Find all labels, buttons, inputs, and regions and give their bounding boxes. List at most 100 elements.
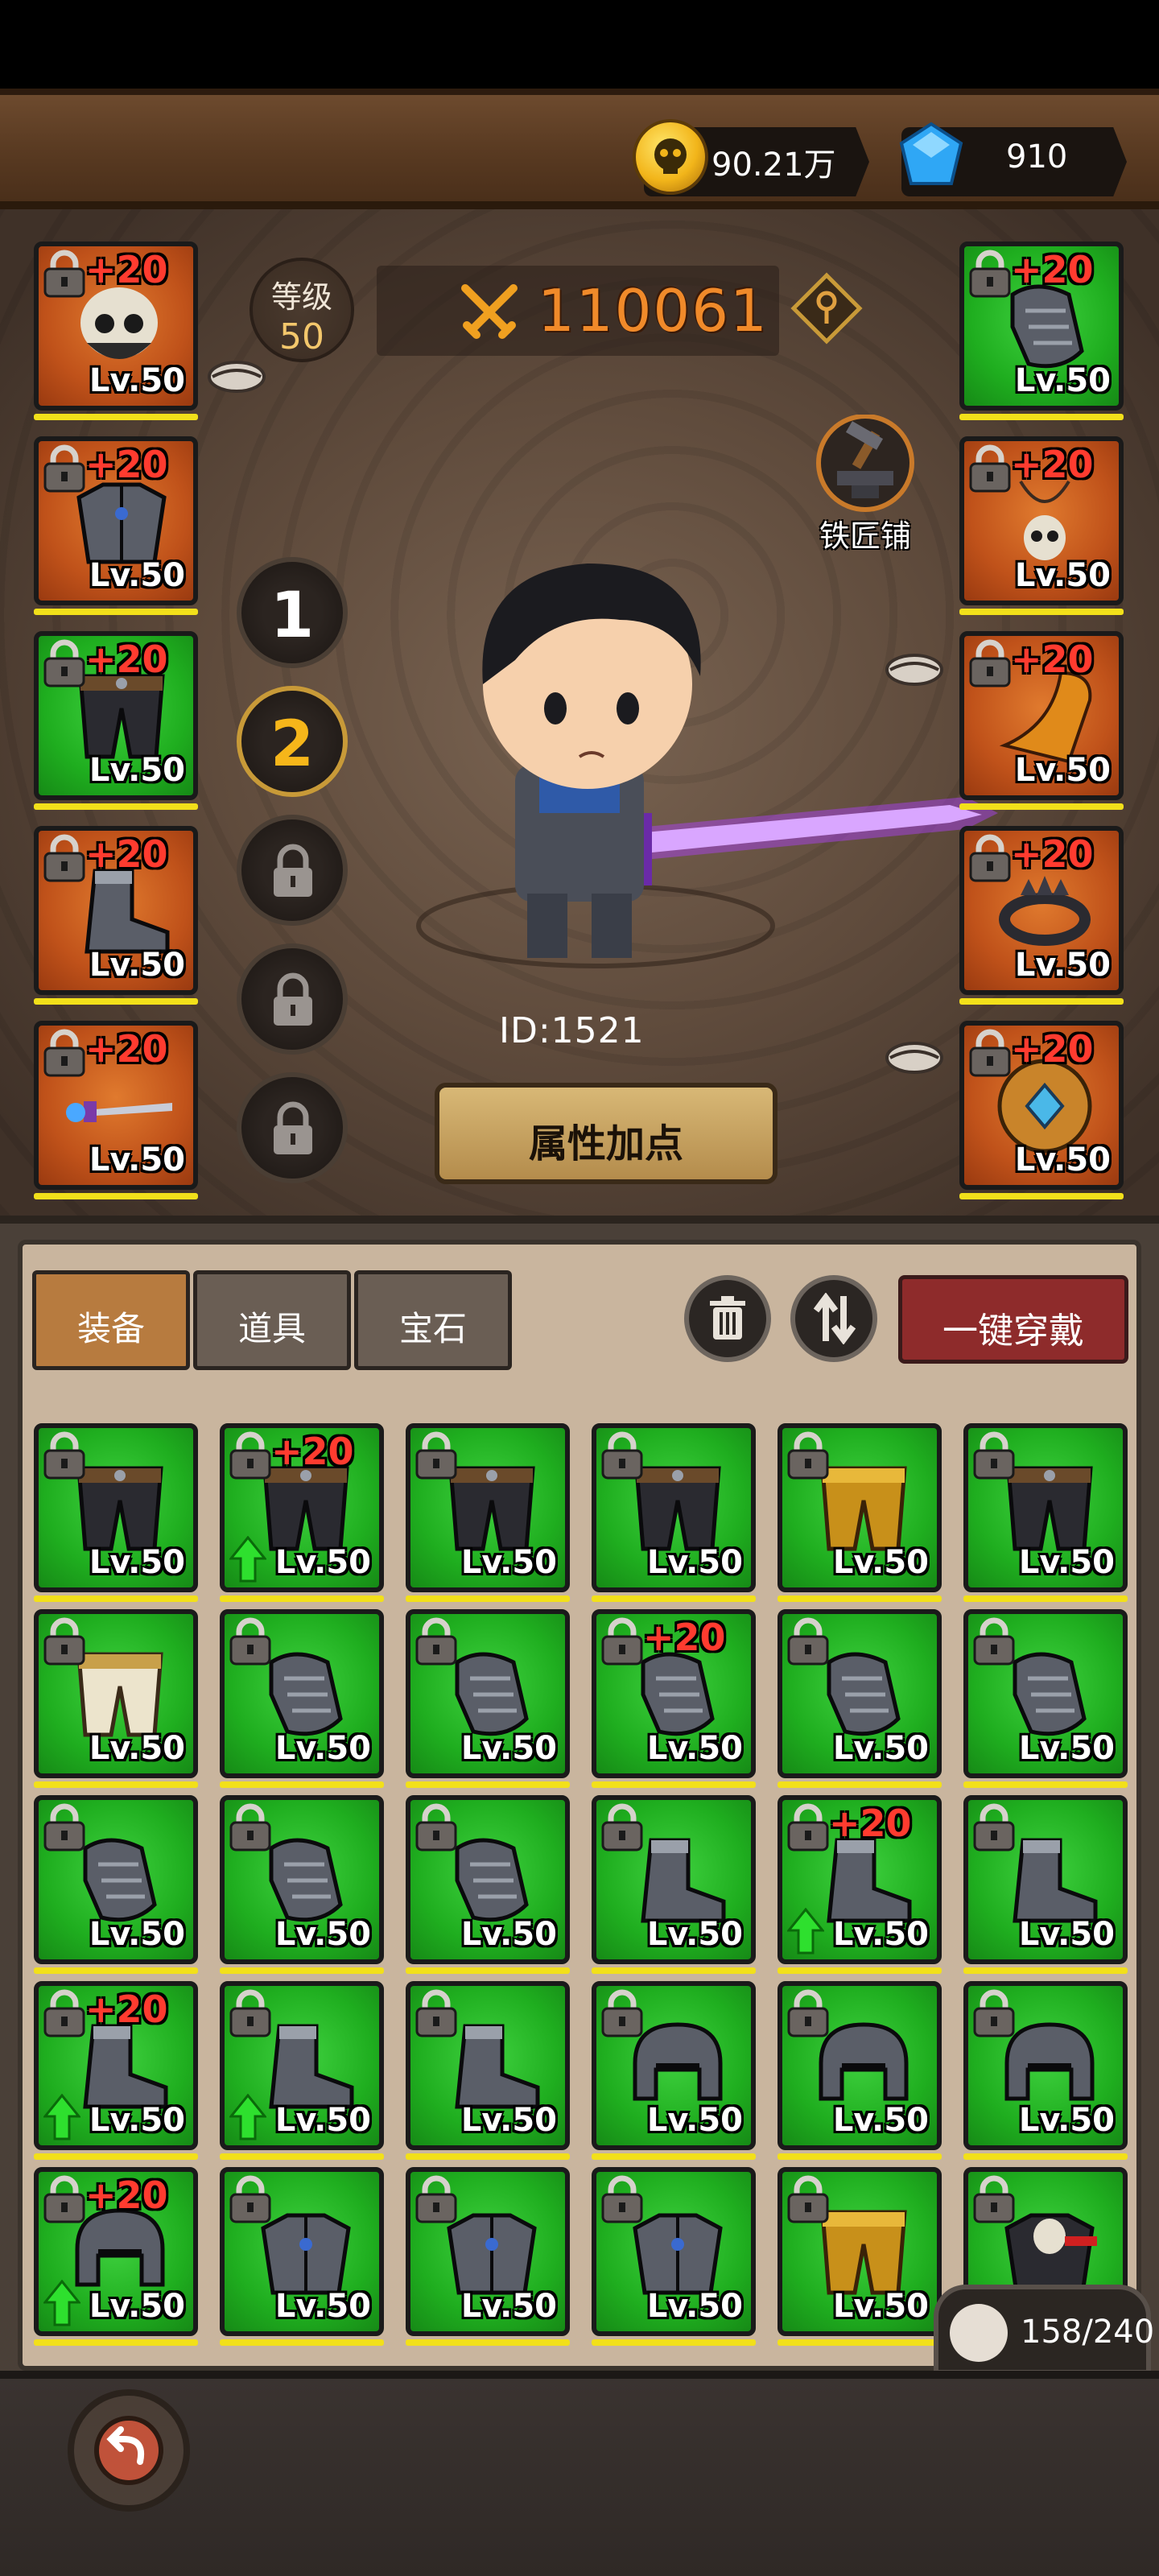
- inventory-item[interactable]: Lv.50: [34, 1423, 198, 1592]
- left-equip-slot[interactable]: +20 Lv.50: [34, 242, 198, 411]
- sort-button[interactable]: [790, 1275, 877, 1362]
- inventory-item[interactable]: Lv.50: [592, 2167, 756, 2336]
- enhance-level: +20: [85, 832, 168, 876]
- item-level: Lv.50: [460, 2288, 557, 2325]
- attribute-points-button[interactable]: 属性加点: [435, 1083, 777, 1184]
- inventory-item[interactable]: Lv.50: [963, 1423, 1128, 1592]
- key-icon[interactable]: [790, 272, 863, 345]
- bag-capacity: 158/240: [934, 2285, 1154, 2375]
- hero-character: [416, 564, 998, 968]
- inventory-item[interactable]: Lv.50: [34, 1795, 198, 1964]
- item-durability-bar: [34, 1596, 198, 1602]
- inventory-item[interactable]: Lv.50: [963, 1795, 1128, 1964]
- right-equip-slot[interactable]: +20 Lv.50: [959, 631, 1124, 800]
- tab-items[interactable]: 道具: [193, 1270, 351, 1370]
- inventory-item[interactable]: Lv.50: [777, 1423, 942, 1592]
- lock-icon: [42, 1617, 87, 1666]
- enhance-level: +20: [85, 1988, 168, 2031]
- delete-button[interactable]: [684, 1275, 771, 1362]
- tab-label: 宝石: [398, 1309, 467, 1348]
- item-level: Lv.50: [89, 2102, 185, 2139]
- enhance-level: +20: [1011, 638, 1094, 681]
- equip-all-button[interactable]: 一键穿戴: [898, 1275, 1128, 1364]
- left-equip-slot[interactable]: +20 Lv.50: [34, 826, 198, 995]
- item-durability-bar: [34, 2339, 198, 2346]
- back-button[interactable]: [68, 2389, 190, 2512]
- lock-icon: [228, 1989, 273, 2037]
- upgrade-arrow-icon: [228, 2093, 268, 2140]
- inventory-item[interactable]: Lv.50: [220, 1795, 384, 1964]
- lock-icon: [600, 2175, 645, 2223]
- inventory-item[interactable]: +20 Lv.50: [592, 1609, 756, 1778]
- item-level: Lv.50: [1014, 947, 1111, 984]
- left-equip-slot[interactable]: +20 Lv.50: [34, 631, 198, 800]
- item-durability-bar: [34, 803, 198, 810]
- inventory-item[interactable]: +20 Lv.50: [34, 2167, 198, 2336]
- inventory-item[interactable]: +20 Lv.50: [34, 1981, 198, 2150]
- item-durability-bar: [592, 2339, 756, 2346]
- tab-gems[interactable]: 宝石: [354, 1270, 512, 1370]
- inventory-item[interactable]: Lv.50: [406, 1981, 570, 2150]
- inventory-item[interactable]: Lv.50: [592, 1981, 756, 2150]
- item-level: Lv.50: [832, 2102, 929, 2139]
- inventory-item[interactable]: +20 Lv.50: [220, 1423, 384, 1592]
- item-durability-bar: [592, 2153, 756, 2160]
- left-equip-slot[interactable]: +20 Lv.50: [34, 436, 198, 605]
- item-durability-bar: [963, 2153, 1128, 2160]
- inventory-item[interactable]: Lv.50: [963, 1609, 1128, 1778]
- item-level: Lv.50: [1018, 1730, 1115, 1767]
- inventory-item[interactable]: Lv.50: [220, 1981, 384, 2150]
- preset-5-locked[interactable]: [237, 1072, 348, 1183]
- inventory-item[interactable]: Lv.50: [406, 1795, 570, 1964]
- inventory-item[interactable]: Lv.50: [963, 1981, 1128, 2150]
- sort-arrows-icon: [813, 1293, 856, 1344]
- right-equip-slot[interactable]: +20 Lv.50: [959, 826, 1124, 995]
- enhance-level: +20: [85, 638, 168, 681]
- resource-bar: 90.21万 910: [0, 89, 1159, 209]
- inventory-item[interactable]: Lv.50: [777, 2167, 942, 2336]
- right-equip-slot[interactable]: +20 Lv.50: [959, 436, 1124, 605]
- preset-1-button[interactable]: 1: [237, 557, 348, 668]
- left-equip-slot[interactable]: +20 Lv.50: [34, 1021, 198, 1190]
- inventory-item[interactable]: Lv.50: [592, 1423, 756, 1592]
- item-level: Lv.50: [832, 1916, 929, 1953]
- status-bar-area: [0, 0, 1159, 89]
- preset-2-button[interactable]: 2: [237, 686, 348, 797]
- eye-icon[interactable]: [884, 1038, 945, 1077]
- lock-icon: [786, 2175, 831, 2223]
- enhance-level: +20: [85, 1027, 168, 1071]
- right-equip-slot[interactable]: +20 Lv.50: [959, 1021, 1124, 1190]
- lock-icon: [414, 1617, 459, 1666]
- inventory-item[interactable]: Lv.50: [406, 2167, 570, 2336]
- item-durability-bar: [959, 609, 1124, 615]
- item-durability-bar: [777, 2153, 942, 2160]
- tab-equipment[interactable]: 装备: [32, 1270, 190, 1370]
- lock-icon: [42, 1989, 87, 2037]
- inventory-item[interactable]: Lv.50: [406, 1423, 570, 1592]
- preset-4-locked[interactable]: [237, 943, 348, 1055]
- inventory-item[interactable]: Lv.50: [220, 2167, 384, 2336]
- preset-1-label: 1: [270, 580, 315, 652]
- eye-icon[interactable]: [206, 357, 267, 396]
- item-level: Lv.50: [274, 1544, 371, 1581]
- inventory-item[interactable]: Lv.50: [777, 1981, 942, 2150]
- inventory-item[interactable]: Lv.50: [220, 1609, 384, 1778]
- item-level: Lv.50: [274, 2288, 371, 2325]
- preset-3-locked[interactable]: [237, 815, 348, 926]
- item-durability-bar: [34, 1967, 198, 1974]
- inventory-item[interactable]: Lv.50: [592, 1795, 756, 1964]
- inventory-item[interactable]: Lv.50: [406, 1609, 570, 1778]
- inventory-item[interactable]: Lv.50: [34, 1609, 198, 1778]
- inventory-item[interactable]: Lv.50: [777, 1609, 942, 1778]
- lock-icon: [971, 1617, 1017, 1666]
- item-level: Lv.50: [646, 1730, 743, 1767]
- enhance-level: +20: [85, 443, 168, 486]
- upgrade-arrow-icon: [786, 1907, 826, 1955]
- item-level: Lv.50: [89, 947, 185, 984]
- enhance-level: +20: [643, 1616, 726, 1659]
- inventory-item[interactable]: +20 Lv.50: [777, 1795, 942, 1964]
- back-arrow-icon: [94, 2416, 163, 2485]
- item-level: Lv.50: [89, 1544, 185, 1581]
- item-durability-bar: [406, 2153, 570, 2160]
- right-equip-slot[interactable]: +20 Lv.50: [959, 242, 1124, 411]
